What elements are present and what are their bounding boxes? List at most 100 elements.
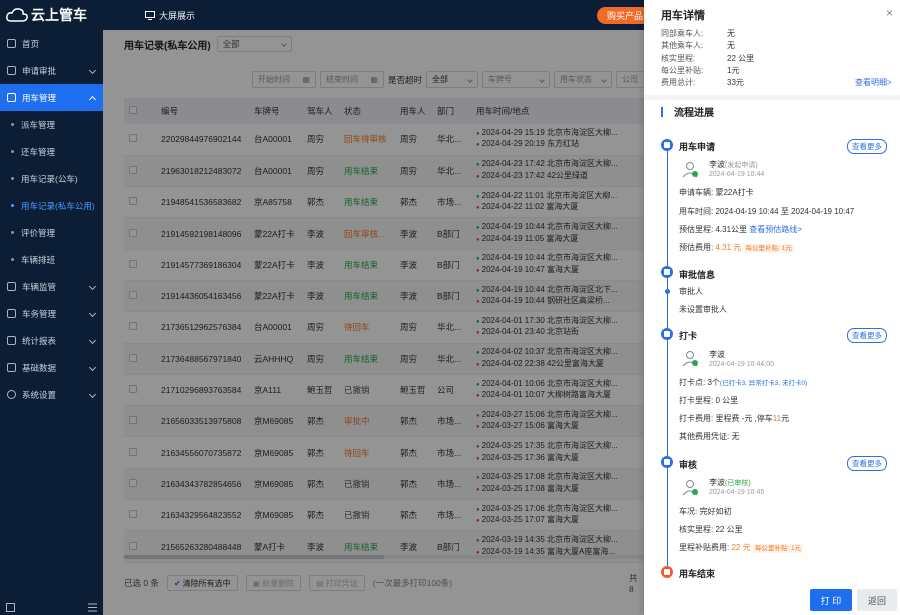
person-role: (已审核) bbox=[725, 480, 751, 487]
apply-fee-row: 预估费用: 4.31 元 每公里补贴: 1元 bbox=[679, 242, 794, 253]
app-logo[interactable]: 云上管车 bbox=[0, 5, 105, 25]
checkin-more-button[interactable]: 查看更多 bbox=[847, 328, 887, 343]
sidebar-item-home[interactable]: 首页 bbox=[0, 30, 103, 57]
cloud-icon bbox=[6, 8, 28, 22]
sidebar-item-label: 评价管理 bbox=[21, 227, 56, 238]
checkin-fee-row: 打卡费用: 里程费 -元 ,停车11元 bbox=[679, 413, 789, 424]
flow-title-text: 流程进展 bbox=[674, 108, 714, 119]
print-button[interactable]: 打 印 bbox=[810, 589, 852, 611]
bigscreen-link[interactable]: 大屏展示 bbox=[145, 9, 195, 22]
sidebar-item-label: 车辆监管 bbox=[22, 281, 57, 292]
sidebar-item-label: 申请审批 bbox=[22, 65, 57, 76]
sidebar-item-evaluation[interactable]: 评价管理 bbox=[0, 219, 103, 246]
view-detail-link[interactable]: 查看明细> bbox=[855, 77, 892, 88]
chevron-down-icon bbox=[88, 336, 97, 345]
sidebar-item-label: 用车记录(私车公用) bbox=[21, 200, 95, 211]
modal-overlay[interactable] bbox=[103, 30, 644, 615]
fee-value: 4.31 元 bbox=[715, 243, 742, 252]
sidebar-item-public-records[interactable]: 用车记录(公车) bbox=[0, 165, 103, 192]
sidebar-item-private-records[interactable]: 用车记录(私车公用) bbox=[0, 192, 103, 219]
timeline-line bbox=[667, 150, 668, 270]
chevron-up-icon bbox=[88, 95, 97, 104]
detail-panel: 用车详情 × 同部乘车人: 无 其他乘车人: 无 核实里程: 22 公里 每公里补贴:… bbox=[644, 0, 900, 615]
report-icon bbox=[7, 336, 16, 345]
info-value: 1元 bbox=[727, 66, 740, 75]
review-fee-row: 里程补贴费用: 22 元 每公里补贴: 1元 bbox=[679, 542, 804, 553]
route-link[interactable]: 查看预估路线> bbox=[749, 225, 802, 234]
apply-node-icon bbox=[661, 139, 673, 151]
apply-time: 2024-04-19 10:44 bbox=[709, 171, 765, 178]
timeline-line bbox=[667, 468, 668, 568]
sidebar-item-label: 车辆排班 bbox=[21, 254, 56, 265]
sidebar-item-car-management[interactable]: 用车管理 bbox=[0, 84, 103, 111]
info-row: 同部乘车人: 无 bbox=[661, 28, 735, 39]
sidebar-item-dispatch[interactable]: 派车管理 bbox=[0, 111, 103, 138]
sidebar-item-schedule[interactable]: 车辆排班 bbox=[0, 246, 103, 273]
bullet-icon bbox=[11, 150, 14, 153]
checkin-fee-value: 11 bbox=[772, 414, 782, 423]
chevron-down-icon bbox=[88, 390, 97, 399]
chevron-down-icon bbox=[88, 309, 97, 318]
bullet-icon bbox=[11, 123, 14, 126]
end-title: 用车结束 bbox=[679, 569, 716, 579]
apply-mileage: 预估里程: 4.31公里 bbox=[679, 225, 748, 234]
approver-label: 审批人 bbox=[679, 287, 703, 296]
apply-person: 李波(发起申请) bbox=[709, 159, 758, 170]
expand-icon[interactable] bbox=[6, 602, 15, 612]
info-value: 无 bbox=[727, 41, 735, 50]
sidebar-item-label: 车务管理 bbox=[22, 308, 57, 319]
car-management-icon bbox=[7, 93, 16, 102]
flow-title: 流程进展 bbox=[661, 104, 714, 119]
fee-tag: 每公里补贴: 1元 bbox=[743, 244, 794, 253]
approval-icon bbox=[7, 66, 16, 75]
collapse-menu-icon[interactable] bbox=[88, 603, 97, 612]
fee-value: 22 元 bbox=[731, 543, 751, 552]
panel-title: 用车详情 bbox=[661, 10, 705, 22]
sidebar-item-supervision[interactable]: 车辆监管 bbox=[0, 273, 103, 300]
sidebar-item-label: 还车管理 bbox=[21, 146, 56, 157]
review-more-button[interactable]: 查看更多 bbox=[847, 456, 887, 471]
sidebar-item-approval[interactable]: 申请审批 bbox=[0, 57, 103, 84]
checkin-fee-suffix: 元 bbox=[781, 414, 790, 423]
bullet-icon bbox=[11, 204, 14, 207]
bullet-icon bbox=[11, 177, 14, 180]
home-icon bbox=[7, 39, 16, 48]
sidebar-item-label: 首页 bbox=[22, 38, 40, 49]
sidebar-item-reports[interactable]: 统计报表 bbox=[0, 327, 103, 354]
affairs-icon bbox=[7, 309, 16, 318]
sidebar-item-affairs[interactable]: 车务管理 bbox=[0, 300, 103, 327]
sidebar-item-base-data[interactable]: 基础数据 bbox=[0, 354, 103, 381]
sidebar-item-settings[interactable]: 系统设置 bbox=[0, 381, 103, 408]
checkin-points-row: 打卡点: 3个(已打卡3, 异常打卡3, 未打卡0) bbox=[679, 377, 807, 388]
points-label: 打卡点: 3个 bbox=[679, 378, 720, 387]
monitor-icon bbox=[145, 10, 155, 20]
info-row: 费用总计: 33元 bbox=[661, 77, 744, 88]
info-row: 其他乘车人: 无 bbox=[661, 40, 735, 51]
approve-title: 审批信息 bbox=[679, 270, 716, 280]
checkin-node-icon bbox=[661, 328, 673, 340]
supervision-icon bbox=[7, 282, 16, 291]
sidebar-item-label: 用车记录(公车) bbox=[21, 173, 78, 184]
points-detail: (已打卡3, 异常打卡3, 未打卡0) bbox=[719, 380, 808, 387]
back-button[interactable]: 返回 bbox=[857, 589, 897, 611]
info-row: 每公里补贴: 1元 bbox=[661, 65, 739, 76]
chevron-down-icon bbox=[88, 363, 97, 372]
info-key: 核实里程: bbox=[661, 54, 696, 63]
chevron-down-icon bbox=[88, 66, 97, 75]
sidebar-item-label: 统计报表 bbox=[22, 335, 57, 346]
person-name: 李波 bbox=[709, 160, 725, 169]
review-node-icon bbox=[661, 456, 673, 468]
apply-more-button[interactable]: 查看更多 bbox=[847, 139, 887, 154]
logo-text: 云上管车 bbox=[31, 7, 87, 23]
review-person: 李波(已审核) bbox=[709, 477, 751, 488]
approver-dot bbox=[665, 289, 670, 294]
info-row: 核实里程: 22 公里 bbox=[661, 53, 754, 64]
settings-icon bbox=[7, 390, 16, 399]
person-name: 李波 bbox=[709, 478, 725, 487]
apply-vehicle: 申请车辆: 蒙22A打卡 bbox=[679, 188, 754, 197]
chevron-down-icon bbox=[88, 282, 97, 291]
sidebar-item-return[interactable]: 还车管理 bbox=[0, 138, 103, 165]
checkin-time: 2024-04-19 10:44:00 bbox=[709, 361, 774, 368]
fee-label: 里程补贴费用: bbox=[679, 543, 730, 552]
close-icon[interactable]: × bbox=[886, 6, 893, 20]
